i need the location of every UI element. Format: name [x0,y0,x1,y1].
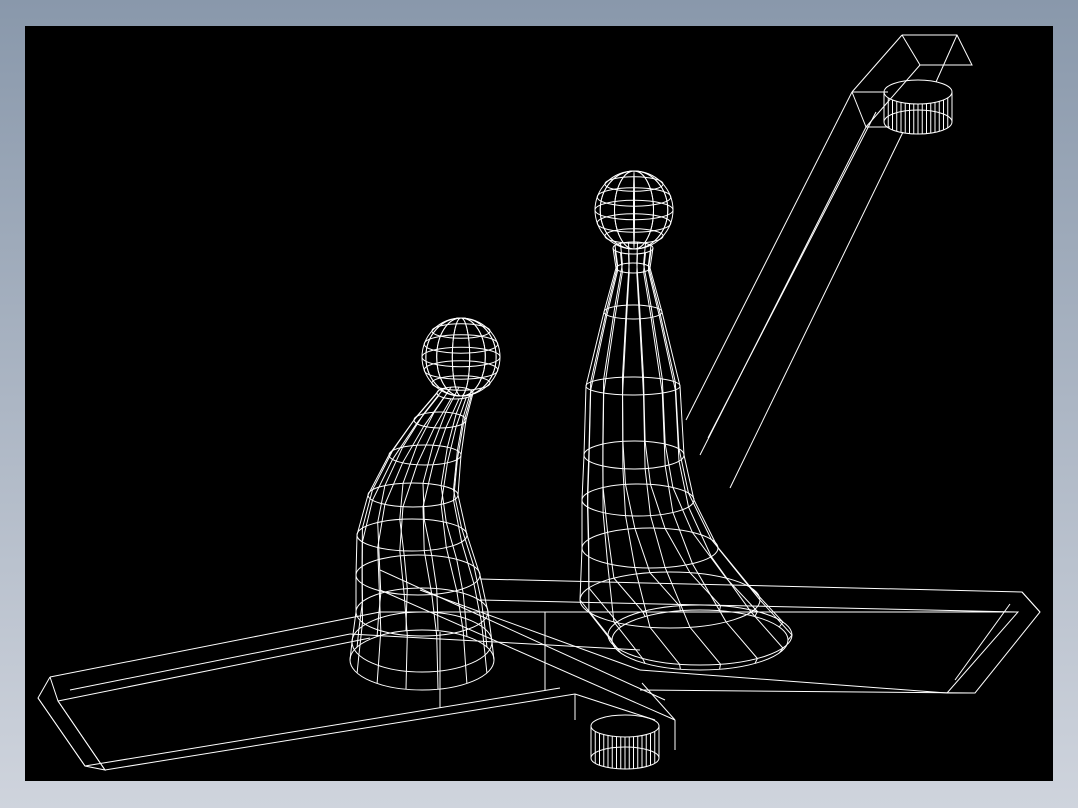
wireframe-scene [25,26,1053,781]
app-frame [0,0,1078,808]
cad-viewport[interactable] [25,26,1053,781]
